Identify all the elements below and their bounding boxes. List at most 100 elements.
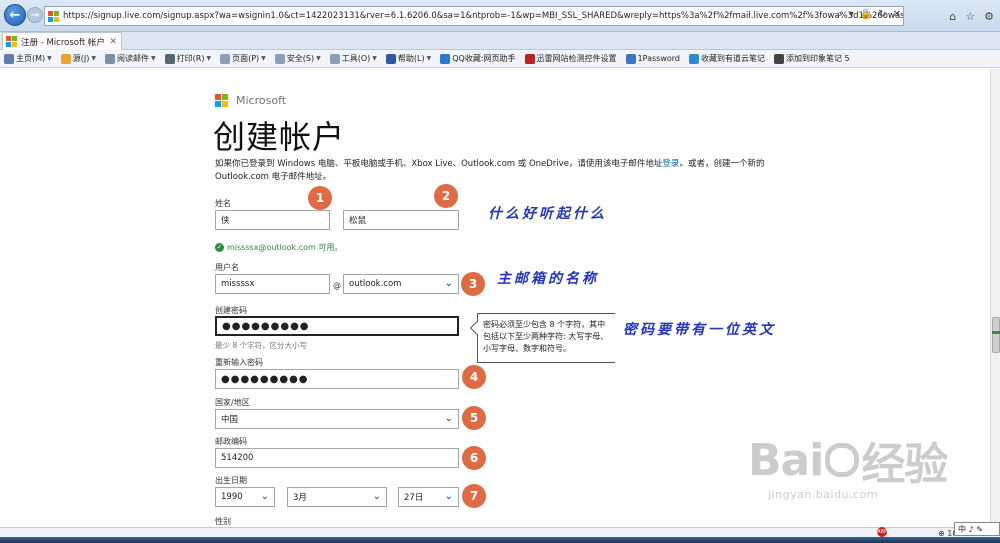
toolbar-item-6[interactable]: 工具(O) ▼ xyxy=(329,53,377,64)
password-input[interactable]: ●●●●●●●●● xyxy=(215,316,459,336)
scroll-position-marker xyxy=(992,331,1000,334)
username-value: missssx xyxy=(221,279,255,289)
annotation-marker-1: 1 xyxy=(308,186,332,210)
first-name-value: 松鼠 xyxy=(349,216,367,226)
at-sign: @ xyxy=(333,281,341,290)
tab-title: 注册 - Microsoft 帐户 xyxy=(21,37,105,48)
last-name-value: 侠 xyxy=(221,216,230,226)
signin-link[interactable]: 登录 xyxy=(662,159,679,169)
url-field[interactable]: https://signup.live.com/signup.aspx?wa=w… xyxy=(44,6,904,26)
chevron-down-icon: ⌄ xyxy=(260,491,269,502)
lock-icon[interactable]: 🔒 xyxy=(860,9,872,20)
close-tab-icon[interactable]: ✕ xyxy=(109,37,117,47)
chevron-down-icon: ⌄ xyxy=(444,491,453,502)
toolbar-item-label: 帮助(L) xyxy=(397,54,425,63)
password-tooltip: 密码必须至少包含 8 个字符，其中包括以下至少两种字符: 大写字母、小写字母、数… xyxy=(477,313,615,363)
gender-label: 性别 xyxy=(215,517,231,526)
url-text[interactable]: https://signup.live.com/signup.aspx?wa=w… xyxy=(63,11,903,21)
annotation-marker-3: 3 xyxy=(461,272,485,296)
toolbar-item-2[interactable]: 阅读邮件 ▼ xyxy=(105,53,156,64)
username-label: 用户名 xyxy=(215,263,239,272)
toolbar-item-label: 安全(S) xyxy=(286,54,315,63)
password-hint: 最少 8 个字符，区分大小写 xyxy=(215,341,308,350)
domain-select[interactable]: outlook.com ⌄ xyxy=(343,274,459,294)
zip-label: 邮政编码 xyxy=(215,437,247,446)
domain-value: outlook.com xyxy=(349,279,402,289)
scroll-thumb[interactable] xyxy=(992,317,1000,353)
chevron-down-icon[interactable]: ▼ xyxy=(206,55,211,62)
birth-month-select[interactable]: 3月 ⌄ xyxy=(287,487,387,507)
toolbar-item-8[interactable]: QQ收藏:网页助手 xyxy=(440,53,516,64)
zip-value: 514200 xyxy=(221,453,254,463)
first-name-input[interactable]: 松鼠 xyxy=(343,210,459,230)
chevron-down-icon: ⌄ xyxy=(444,413,453,424)
toolbar-item-4[interactable]: 页面(P) ▼ xyxy=(220,53,266,64)
availability-text: missssx@outlook.com 可用。 xyxy=(227,243,343,252)
chevron-down-icon[interactable]: ▼ xyxy=(372,55,377,62)
back-button[interactable]: ← xyxy=(4,4,26,26)
toolbar-item-9[interactable]: 迅雷网站检测控件设置 xyxy=(524,53,617,64)
chevron-down-icon[interactable]: ▼ xyxy=(427,55,432,62)
chevron-down-icon[interactable]: ▼ xyxy=(151,55,156,62)
check-circle-icon: ✓ xyxy=(215,243,224,252)
country-value: 中国 xyxy=(221,415,239,425)
chevron-down-icon[interactable]: ▼ xyxy=(47,55,52,62)
reenter-password-value: ●●●●●●●●● xyxy=(221,373,309,385)
toolbar-item-label: 阅读邮件 xyxy=(117,54,150,63)
tools-icon xyxy=(329,53,340,64)
home-icon[interactable]: ⌂ xyxy=(949,10,956,23)
birth-year-value: 1990 xyxy=(221,492,243,502)
vertical-scrollbar[interactable] xyxy=(990,69,1000,527)
country-select[interactable]: 中国 ⌄ xyxy=(215,409,459,429)
watermark-brand-tail: 经验 xyxy=(861,439,948,490)
windows-taskbar xyxy=(0,537,1000,543)
brand-name: Microsoft xyxy=(236,94,287,107)
note-password: 密码要带有一位英文 xyxy=(623,322,776,338)
adblock-icon[interactable]: ABP xyxy=(877,527,887,537)
last-name-input[interactable]: 侠 xyxy=(215,210,330,230)
favorites-star-icon[interactable]: ☆ xyxy=(965,10,975,23)
toolbar-item-10[interactable]: 1Password xyxy=(625,53,680,64)
chevron-down-icon[interactable]: ▼ xyxy=(261,55,266,62)
ime-bar[interactable]: 中 ♪ ✎ xyxy=(954,522,1000,536)
username-input[interactable]: missssx xyxy=(215,274,330,294)
refresh-icon[interactable]: ↻ xyxy=(878,9,886,20)
toolbar-item-label: 迅雷网站检测控件设置 xyxy=(536,54,617,63)
toolbar-item-1[interactable]: 源(J) ▼ xyxy=(60,53,96,64)
toolbar-item-label: 工具(O) xyxy=(341,54,371,63)
birth-day-select[interactable]: 27日 ⌄ xyxy=(398,487,459,507)
annotation-marker-7: 7 xyxy=(462,484,486,508)
chevron-down-icon[interactable]: ▼ xyxy=(316,55,321,62)
zip-input[interactable]: 514200 xyxy=(215,448,459,468)
safety-icon xyxy=(274,53,285,64)
tab-signup[interactable]: 注册 - Microsoft 帐户 ✕ xyxy=(2,32,122,50)
toolbar-item-7[interactable]: 帮助(L) ▼ xyxy=(385,53,432,64)
command-bar: 主页(M) ▼ 源(J) ▼ 阅读邮件 ▼ 打印(R) ▼ 页面(P) ▼ 安全(S) ▼ 工具(O) ▼… xyxy=(0,50,1000,68)
reenter-password-input[interactable]: ●●●●●●●●● xyxy=(215,369,459,389)
toolbar-item-3[interactable]: 打印(R) ▼ xyxy=(164,53,211,64)
annotation-marker-2: 2 xyxy=(434,184,458,208)
birth-day-value: 27日 xyxy=(404,493,424,503)
dropdown-chevron-icon[interactable]: ▾ xyxy=(849,9,854,20)
chevron-down-icon[interactable]: ▼ xyxy=(91,55,96,62)
page-title: 创建帐户 xyxy=(213,118,346,156)
qq-icon xyxy=(440,53,451,64)
search-icon[interactable]: ⌕ xyxy=(837,9,843,20)
toolbar-item-label: 主页(M) xyxy=(16,54,46,63)
intro-text-1: 如果你已登录到 Windows 电脑、平板电脑或手机、Xbox Live、Out… xyxy=(215,159,663,169)
annotation-marker-4: 4 xyxy=(462,365,486,389)
chevron-down-icon: ⌄ xyxy=(444,278,453,289)
gear-icon[interactable]: ⚙ xyxy=(984,10,994,23)
toolbar-item-0[interactable]: 主页(M) ▼ xyxy=(4,53,52,64)
youdao-icon xyxy=(689,53,699,64)
birth-month-value: 3月 xyxy=(293,493,307,503)
toolbar-item-12[interactable]: 添加到印象笔记 5 xyxy=(774,53,850,64)
stop-icon[interactable]: ✕ xyxy=(893,9,901,20)
baidu-watermark: Bai 经验 jingyan.baidu.com xyxy=(748,428,948,502)
toolbar-item-5[interactable]: 安全(S) ▼ xyxy=(274,53,321,64)
birth-year-select[interactable]: 1990 ⌄ xyxy=(215,487,275,507)
toolbar-item-11[interactable]: 收藏到有道云笔记 xyxy=(689,53,765,64)
forward-button[interactable]: → xyxy=(27,7,43,23)
toolbar-item-label: QQ收藏:网页助手 xyxy=(452,54,516,63)
paw-icon xyxy=(825,443,860,477)
